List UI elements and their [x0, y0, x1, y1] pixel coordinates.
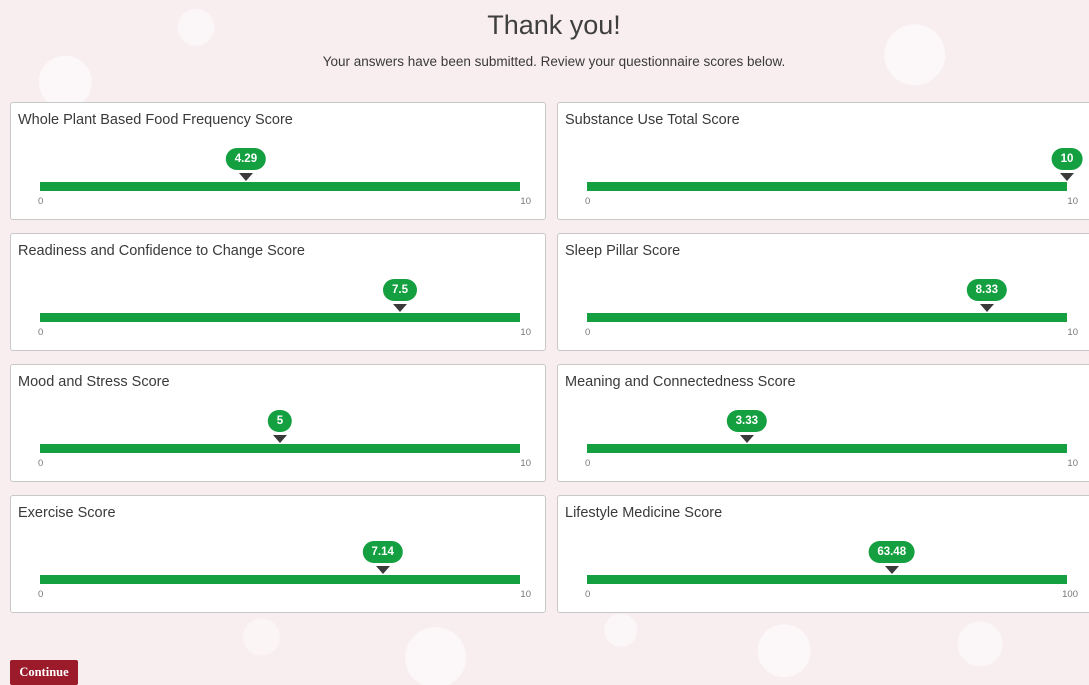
score-marker-icon — [739, 435, 754, 443]
score-value-bubble: 63.48 — [868, 541, 916, 563]
score-track — [40, 313, 520, 322]
score-card: Lifestyle Medicine Score 63.48 0 100 — [557, 495, 1089, 613]
score-marker-icon — [884, 566, 899, 574]
score-max-label: 10 — [1067, 327, 1078, 338]
score-marker-icon — [273, 435, 287, 443]
page-subtitle: Your answers have been submitted. Review… — [322, 54, 786, 69]
score-marker-icon — [375, 566, 390, 574]
score-card: Exercise Score 7.14 0 10 — [10, 495, 546, 613]
score-marker-icon — [1060, 173, 1074, 181]
score-value-bubble: 10 — [1051, 148, 1083, 170]
score-min-label: 0 — [585, 589, 591, 600]
score-max-label: 10 — [520, 589, 531, 600]
score-track — [40, 182, 520, 191]
score-card: Meaning and Connectedness Score 3.33 0 1… — [557, 364, 1089, 482]
score-card: Substance Use Total Score 10 0 10 — [557, 102, 1089, 220]
score-min-label: 0 — [585, 196, 591, 207]
score-value-bubble: 7.14 — [362, 541, 403, 563]
score-max-label: 10 — [520, 458, 531, 469]
score-value-bubble: 3.33 — [726, 410, 768, 432]
score-title: Substance Use Total Score — [565, 112, 740, 128]
score-max-label: 10 — [1067, 458, 1078, 469]
score-title: Lifestyle Medicine Score — [565, 505, 723, 521]
score-min-label: 0 — [38, 196, 44, 207]
score-track — [587, 182, 1067, 191]
score-value-bubble: 7.5 — [383, 279, 417, 301]
score-title: Meaning and Connectedness Score — [565, 374, 796, 390]
score-max-label: 100 — [1062, 589, 1078, 600]
score-value-bubble: 8.33 — [966, 279, 1008, 301]
page-title: Thank you! — [487, 10, 621, 40]
score-title: Readiness and Confidence to Change Score — [18, 243, 305, 259]
score-marker-icon — [979, 304, 994, 312]
score-card: Sleep Pillar Score 8.33 0 10 — [557, 233, 1089, 351]
score-value-bubble: 4.29 — [225, 148, 267, 170]
score-title: Mood and Stress Score — [18, 374, 170, 390]
score-track — [587, 575, 1067, 584]
score-marker-icon — [238, 173, 253, 181]
continue-button[interactable]: Continue — [10, 660, 78, 685]
score-title: Sleep Pillar Score — [565, 243, 681, 259]
score-value-bubble: 5 — [267, 410, 293, 432]
score-title: Exercise Score — [18, 505, 116, 521]
score-min-label: 0 — [38, 589, 44, 600]
score-track — [40, 575, 520, 584]
score-min-label: 0 — [38, 327, 44, 338]
score-min-label: 0 — [585, 327, 591, 338]
score-track — [40, 444, 520, 453]
score-marker-icon — [393, 304, 407, 312]
score-card: Whole Plant Based Food Frequency Score 4… — [10, 102, 546, 220]
score-max-label: 10 — [1067, 196, 1078, 207]
score-min-label: 0 — [38, 458, 44, 469]
score-track — [587, 444, 1067, 453]
score-track — [587, 313, 1067, 322]
score-card: Mood and Stress Score 5 0 10 — [10, 364, 546, 482]
score-title: Whole Plant Based Food Frequency Score — [18, 112, 293, 128]
score-min-label: 0 — [585, 458, 591, 469]
score-max-label: 10 — [520, 196, 531, 207]
score-max-label: 10 — [520, 327, 531, 338]
score-card: Readiness and Confidence to Change Score… — [10, 233, 546, 351]
results-page: Thank you! Your answers have been submit… — [0, 0, 1089, 685]
